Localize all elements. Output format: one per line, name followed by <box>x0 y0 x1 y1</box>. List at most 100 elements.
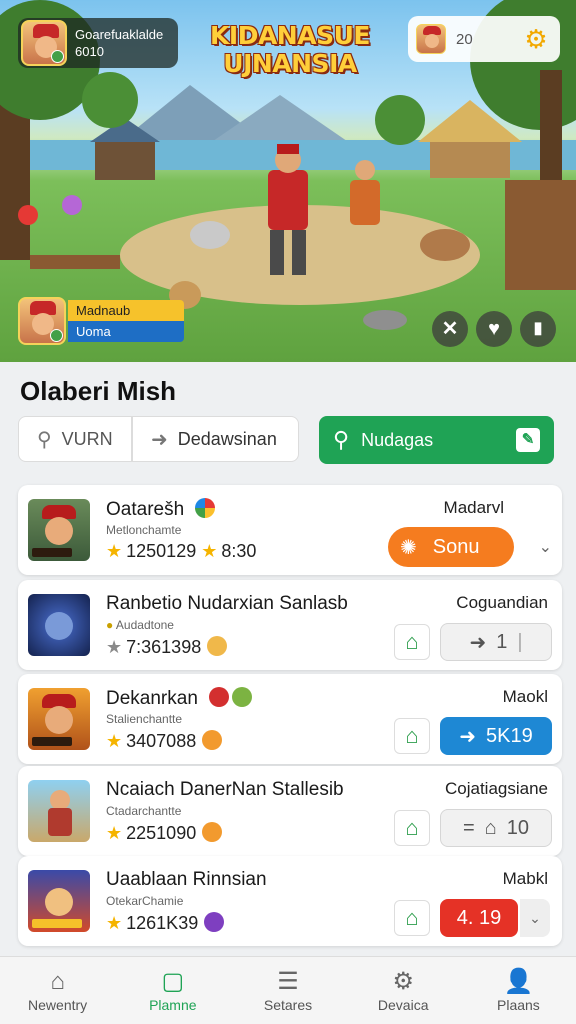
item-subtitle: Ctadarchantte <box>106 804 182 818</box>
player-avatar <box>18 297 66 345</box>
item-action-button[interactable]: = ⌂ 10 <box>440 809 552 847</box>
item-action-button[interactable]: 4. 19 <box>440 899 518 937</box>
item-name: Oatarešh <box>106 498 216 521</box>
badge-icon <box>195 498 216 518</box>
star-icon: ★ <box>106 637 123 657</box>
person-icon: 👤 <box>503 968 534 995</box>
item-name: Ranbetio Nudarxian Sanlasb <box>106 593 348 614</box>
search-action-button[interactable]: ⚲ Nudagas ✎ <box>319 416 554 464</box>
nav-item-plamne[interactable]: ▢ Plamne <box>115 957 230 1024</box>
sort-filter[interactable]: ➜ Dedawsinan <box>132 416 299 462</box>
nav-item-newentry[interactable]: ⌂ Newentry <box>0 957 115 1024</box>
filter-row: ⚲ VURN ➜ Dedawsinan ⚲ Nudagas ✎ <box>18 416 558 464</box>
profile-name: Goarefuaklalde <box>75 27 164 42</box>
item-name: Uaablaan Rinnsian <box>106 869 267 890</box>
item-name: Ncaiach DanerNan Stallesib <box>106 779 344 800</box>
nav-item-setares[interactable]: ☰ Setares <box>230 957 345 1024</box>
list-item[interactable]: Ncaiach DanerNan Stallesib Ctadarchantte… <box>18 766 562 856</box>
home-icon[interactable]: ⌂ <box>394 718 430 754</box>
item-subtitle: OtekarChamie <box>106 894 184 908</box>
bottom-nav: ⌂ Newentry ▢ Plamne ☰ Setares ⚙ Devaica … <box>0 956 576 1024</box>
search-filter[interactable]: ⚲ VURN <box>18 416 132 462</box>
item-subtitle: Metlonchamte <box>106 523 182 537</box>
list-item[interactable]: Ranbetio Nudarxian Sanlasb ● Audadtone ★… <box>18 580 562 670</box>
equals-icon: = <box>462 816 475 839</box>
list-item[interactable]: Dekanrkan Stalienchantte ★ 3407088 Maokl … <box>18 674 562 764</box>
home-icon[interactable]: ⌂ <box>394 624 430 660</box>
arrow-right-icon: ➜ <box>469 631 487 654</box>
item-thumbnail <box>28 870 90 932</box>
list-item[interactable]: Uaablaan Rinnsian OtekarChamie ★ 1261K39 … <box>18 856 562 946</box>
sort-filter-label: Dedawsinan <box>177 428 277 449</box>
heart-icon[interactable]: ♥ <box>476 311 512 347</box>
avatar <box>21 20 67 66</box>
star-icon: ★ <box>106 541 123 561</box>
section-title: Olaberi Mish <box>20 376 177 406</box>
nav-item-devaica[interactable]: ⚙ Devaica <box>346 957 461 1024</box>
player-name-tag: Madnaub <box>68 300 184 321</box>
item-thumbnail <box>28 780 90 842</box>
card-icon[interactable]: ▮ <box>520 311 556 347</box>
emoji-icon <box>202 730 223 750</box>
item-thumbnail <box>28 594 90 656</box>
item-stats: ★ 7:361398 <box>106 636 228 658</box>
profile-level: 6010 <box>75 44 104 59</box>
home-outline-icon: ⌂ <box>484 816 497 839</box>
sun-icon: ✺ <box>400 536 417 559</box>
item-stats: ★ 1250129 ★ 8:30 <box>106 541 257 561</box>
search-action-label: Nudagas <box>361 429 434 450</box>
star-icon: ★ <box>106 823 123 843</box>
item-action-button[interactable]: ➜ 1 | <box>440 623 552 661</box>
hero-banner: KIDANASUE UJNANSIA Goarefuaklalde 6010 2… <box>0 0 576 362</box>
home-icon: ⌂ <box>50 968 65 995</box>
item-category: Cojatiagsiane <box>444 779 548 798</box>
item-category: Mabkl <box>502 869 548 888</box>
home-icon[interactable]: ⌂ <box>394 810 430 846</box>
item-stats: ★ 2251090 <box>106 822 223 844</box>
star-icon: ★ <box>106 731 123 751</box>
item-stats: ★ 3407088 <box>106 730 223 752</box>
profile-card[interactable]: Goarefuaklalde 6010 <box>18 18 178 68</box>
game-title: KIDANASUE UJNANSIA <box>210 21 370 78</box>
item-name: Dekanrkan <box>106 687 253 710</box>
edit-icon[interactable]: ✎ <box>516 428 540 452</box>
nav-item-plaans[interactable]: 👤 Plaans <box>461 957 576 1024</box>
emoji-icon <box>207 636 228 656</box>
item-category: Madarvl <box>443 498 504 517</box>
item-stats: ★ 1261K39 <box>106 912 225 934</box>
close-icon[interactable]: ✕ <box>432 311 468 347</box>
item-category: Maokl <box>502 687 548 706</box>
list-item[interactable]: Oatarešh Metlonchamte ★ 1250129 ★ 8:30 Mad… <box>18 485 562 575</box>
item-thumbnail <box>28 499 90 561</box>
player-team-tag: Uoma <box>68 321 184 342</box>
currency-value: 20 <box>456 30 473 48</box>
settings-gear-icon[interactable]: ⚙ <box>522 25 550 53</box>
item-subtitle: ● Audadtone <box>106 618 174 632</box>
gear-icon: ⚙ <box>392 968 414 995</box>
item-action-button[interactable]: ✺ Sonu <box>388 527 514 567</box>
player-card[interactable]: Madnaub Uoma <box>18 296 184 346</box>
arrow-right-icon: ➜ <box>151 428 168 451</box>
item-category: Coguandian <box>456 593 548 612</box>
search-filter-label: VURN <box>61 428 113 449</box>
item-action-button[interactable]: ➜ 5K19 <box>440 717 552 755</box>
coin-icon: ● <box>106 618 114 632</box>
square-icon: ▢ <box>161 968 185 995</box>
currency-card[interactable]: 20 ⚙ <box>408 16 560 62</box>
arrow-right-icon: ➜ <box>459 725 477 748</box>
item-subtitle: Stalienchantte <box>106 712 183 726</box>
star-icon: ★ <box>106 913 123 933</box>
currency-avatar <box>416 24 446 54</box>
search-icon: ⚲ <box>333 427 350 452</box>
search-icon: ⚲ <box>37 428 52 451</box>
list-icon: ☰ <box>277 968 299 995</box>
emoji-icon <box>202 822 223 842</box>
chevron-down-icon[interactable]: ⌄ <box>520 899 550 937</box>
badge-icon <box>232 687 253 707</box>
star-icon: ★ <box>201 541 218 561</box>
chevron-down-icon[interactable]: ⌄ <box>539 537 552 557</box>
gem-icon <box>204 912 225 932</box>
home-icon[interactable]: ⌂ <box>394 900 430 936</box>
badge-icon <box>209 687 230 707</box>
item-thumbnail <box>28 688 90 750</box>
